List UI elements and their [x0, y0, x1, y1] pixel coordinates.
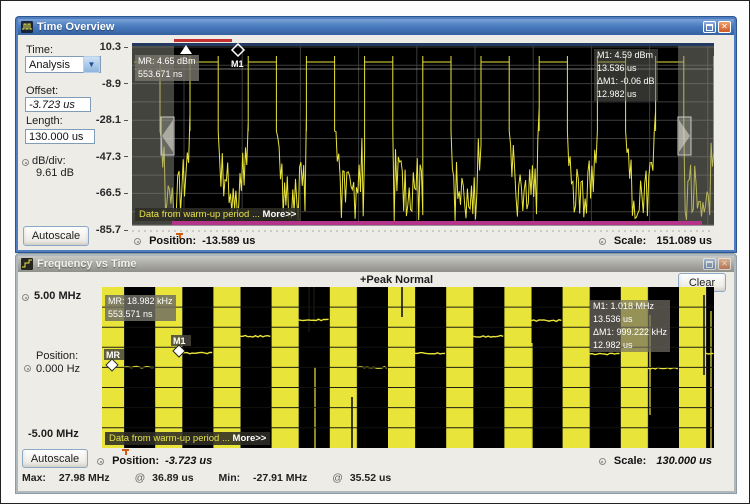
marker-mr-label: MR — [106, 350, 120, 360]
marker-m1-label: M1 — [173, 336, 186, 346]
time-overview-window: Time Overview ✕ Time: Analysis ▼ Offset:… — [16, 17, 736, 252]
m1-readout: M1: 1.018 MHz13.536 us ΔM1: 999.222 kHz1… — [590, 300, 670, 352]
adjust-icon[interactable] — [24, 365, 31, 372]
screenshot-root: Time Overview ✕ Time: Analysis ▼ Offset:… — [0, 0, 750, 504]
y-min-label: -5.00 MHz — [28, 428, 79, 440]
adjust-icon[interactable] — [599, 458, 606, 465]
restore-button[interactable] — [703, 21, 716, 33]
frequency-vs-time-titlebar[interactable]: Frequency vs Time ✕ — [18, 256, 734, 272]
more-link[interactable]: More>> — [263, 209, 297, 220]
position-readout: Position:-13.589 us — [134, 235, 255, 247]
warmup-banner[interactable]: Data from warm-up period ... More>> — [105, 432, 270, 445]
analysis-time-bar[interactable] — [174, 39, 232, 42]
y-axis-top: 10.3 -8.9 -28.1 -47.3 -66.5 -85.7 — [18, 19, 128, 254]
mr-readout: MR: 4.65 dBm553.671 ns — [135, 55, 199, 81]
m1-readout: M1: 4.59 dBm13.536 us ΔM1: -0.06 dB12.98… — [594, 49, 658, 101]
scale-readout: Scale:151.089 us — [599, 235, 712, 247]
adjust-icon[interactable] — [97, 458, 104, 465]
left-region-handle[interactable] — [161, 117, 174, 155]
freq-position-value: 0.000 Hz — [36, 363, 80, 375]
warmup-banner[interactable]: Data from warm-up period ... More>> — [135, 208, 300, 221]
y-max-label: 5.00 MHz — [34, 290, 81, 302]
marker-m1-label: M1 — [231, 59, 244, 69]
position-readout: Position:-3.723 us — [97, 455, 212, 467]
y-axis-tick: -85.7 — [96, 224, 128, 236]
frequency-vs-time-plot[interactable]: MR M1 MR: 18.982 kHz553.571 ns M1: 1.018 … — [102, 287, 714, 455]
y-axis-tick: -8.9 — [102, 78, 128, 90]
y-axis-tick: -47.3 — [96, 151, 128, 163]
time-overview-plot[interactable]: M1 MR: 4.65 dBm553.671 ns M1: 4.59 dBm13… — [132, 43, 714, 239]
restore-button[interactable] — [703, 258, 716, 270]
y-axis-tick: -28.1 — [96, 114, 128, 126]
mr-readout: MR: 18.982 kHz553.571 ns — [105, 295, 176, 321]
max-min-stats: Max: 27.98 MHz @ 36.89 us Min: -27.91 MH… — [22, 472, 391, 484]
right-region-handle[interactable] — [678, 117, 691, 155]
autoscale-button[interactable]: Autoscale — [22, 449, 88, 468]
adjust-icon[interactable] — [599, 238, 606, 245]
close-button[interactable]: ✕ — [718, 258, 731, 270]
scale-readout: Scale:130.000 us — [599, 455, 712, 467]
freq-vs-time-icon — [21, 258, 33, 270]
adjust-icon[interactable] — [134, 238, 141, 245]
frequency-vs-time-window: Frequency vs Time ✕ +Peak Normal Clear 5… — [16, 254, 736, 493]
y-axis-tick: -66.5 — [96, 187, 128, 199]
freq-position-label: Position: — [36, 350, 78, 362]
window-title: Frequency vs Time — [37, 258, 136, 270]
close-button[interactable]: ✕ — [718, 21, 731, 33]
adjust-icon[interactable] — [22, 294, 29, 301]
detector-label: +Peak Normal — [360, 274, 433, 286]
y-axis-tick: 10.3 — [100, 41, 128, 53]
more-link[interactable]: More>> — [233, 433, 267, 444]
selection-bar[interactable] — [172, 221, 702, 225]
